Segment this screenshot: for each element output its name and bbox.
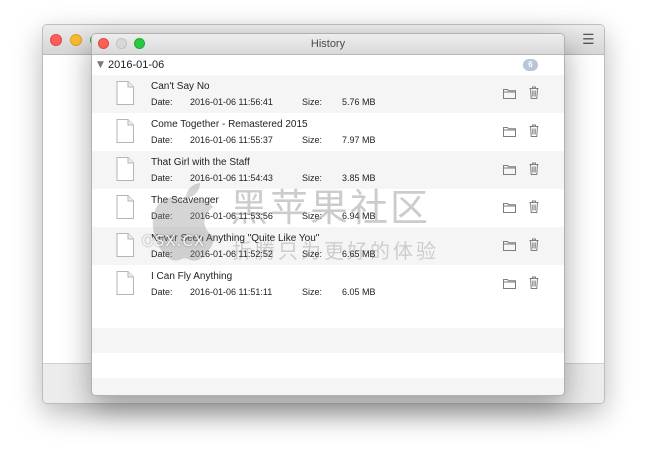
folder-icon[interactable] <box>503 202 516 213</box>
trash-icon[interactable] <box>529 238 539 251</box>
size-value: 6.65 MB <box>342 249 376 259</box>
empty-row <box>92 303 564 328</box>
size-value: 3.85 MB <box>342 173 376 183</box>
document-icon <box>116 271 134 295</box>
size-label: Size: <box>302 135 323 145</box>
folder-icon[interactable] <box>503 164 516 175</box>
trash-icon[interactable] <box>529 162 539 175</box>
document-icon <box>116 157 134 181</box>
count-badge: 6 <box>523 59 538 71</box>
empty-list-area <box>92 303 564 395</box>
song-title: The Scavenger <box>151 195 219 206</box>
size-value: 5.76 MB <box>342 97 376 107</box>
trash-icon[interactable] <box>529 276 539 289</box>
trash-icon[interactable] <box>529 86 539 99</box>
song-title: That Girl with the Staff <box>151 157 250 168</box>
size-label: Size: <box>302 249 323 259</box>
date-value: 2016-01-06 11:56:41 <box>190 97 273 107</box>
date-value: 2016-01-06 11:52:52 <box>190 249 273 259</box>
folder-icon[interactable] <box>503 240 516 251</box>
history-row[interactable]: I Can Fly Anything Date: 2016-01-06 11:5… <box>92 265 564 303</box>
history-list: Can't Say No Date: 2016-01-06 11:56:41 S… <box>92 75 564 303</box>
date-group-header[interactable]: ▼ 2016-01-06 6 <box>92 55 564 75</box>
history-row[interactable]: Never Seen Anything "Quite Like You" Dat… <box>92 227 564 265</box>
window-title: History <box>310 38 346 50</box>
date-label: Date: <box>151 211 173 221</box>
size-label: Size: <box>302 173 323 183</box>
song-title: Never Seen Anything "Quite Like You" <box>151 233 320 244</box>
song-title: I Can Fly Anything <box>151 271 233 282</box>
size-value: 6.94 MB <box>342 211 376 221</box>
history-window: History ▼ 2016-01-06 6 Can't Say No Date… <box>91 33 565 396</box>
size-label: Size: <box>302 211 323 221</box>
history-row[interactable]: The Scavenger Date: 2016-01-06 11:53:56 … <box>92 189 564 227</box>
empty-row <box>92 353 564 378</box>
empty-row <box>92 378 564 395</box>
history-titlebar[interactable]: History <box>92 34 564 55</box>
trash-icon[interactable] <box>529 124 539 137</box>
song-title: Can't Say No <box>151 81 210 92</box>
document-icon <box>116 195 134 219</box>
date-label: Date: <box>151 287 173 297</box>
date-value: 2016-01-06 11:51:11 <box>190 287 273 297</box>
background-close-button[interactable] <box>50 34 62 46</box>
size-label: Size: <box>302 97 323 107</box>
empty-row <box>92 328 564 353</box>
song-title: Come Together - Remastered 2015 <box>151 119 308 130</box>
size-value: 6.05 MB <box>342 287 376 297</box>
folder-icon[interactable] <box>503 88 516 99</box>
size-label: Size: <box>302 287 323 297</box>
size-value: 7.97 MB <box>342 135 376 145</box>
folder-icon[interactable] <box>503 126 516 137</box>
date-value: 2016-01-06 11:53:56 <box>190 211 273 221</box>
date-value: 2016-01-06 11:54:43 <box>190 173 273 183</box>
document-icon <box>116 119 134 143</box>
hamburger-menu-icon[interactable]: ☰ <box>582 33 596 47</box>
date-label: Date: <box>151 173 173 183</box>
document-icon <box>116 81 134 105</box>
history-row[interactable]: Can't Say No Date: 2016-01-06 11:56:41 S… <box>92 75 564 113</box>
background-minimize-button[interactable] <box>70 34 82 46</box>
date-value: 2016-01-06 11:55:37 <box>190 135 273 145</box>
group-date: 2016-01-06 <box>108 59 165 71</box>
date-label: Date: <box>151 97 173 107</box>
disclosure-triangle-icon[interactable]: ▼ <box>97 58 104 72</box>
folder-icon[interactable] <box>503 278 516 289</box>
history-row[interactable]: That Girl with the Staff Date: 2016-01-0… <box>92 151 564 189</box>
document-icon <box>116 233 134 257</box>
trash-icon[interactable] <box>529 200 539 213</box>
history-row[interactable]: Come Together - Remastered 2015 Date: 20… <box>92 113 564 151</box>
date-label: Date: <box>151 249 173 259</box>
date-label: Date: <box>151 135 173 145</box>
